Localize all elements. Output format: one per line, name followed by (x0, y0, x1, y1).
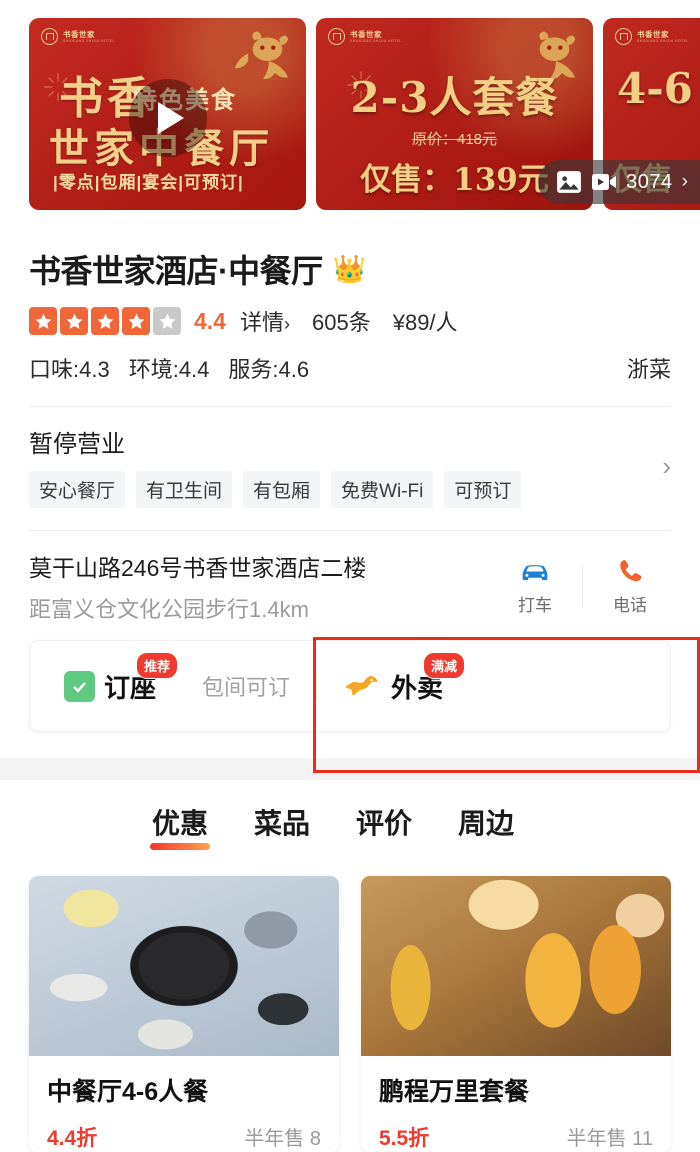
logo-brand-name: 书香世家 (350, 29, 382, 39)
facility-tag: 有包厢 (243, 471, 321, 508)
facility-tag: 可预订 (444, 471, 522, 508)
detail-label: 详情 (239, 310, 284, 335)
video-icon (592, 174, 617, 190)
rating-detail-link[interactable]: 详情› (240, 305, 290, 337)
deal-card-list[interactable]: 中餐厅4-6人餐 4.4折 半年售 8 鹏程万里套餐 5.5折 半年售 11 (0, 850, 700, 1152)
chevron-right-icon[interactable]: › (652, 451, 671, 482)
taxi-icon (522, 565, 548, 581)
phone-label: 电话 (613, 596, 647, 615)
booking-section[interactable]: 订座 推荐 包间可订 外卖 满减 (0, 624, 700, 732)
star-icon (91, 307, 119, 335)
star-icon (60, 307, 88, 335)
deal-title: 鹏程万里套餐 (379, 1078, 530, 1106)
status-tags-section[interactable]: 暂停营业 安心餐厅 有卫生间 有包厢 免费Wi-Fi 可预订 › (0, 407, 700, 508)
logo-brand-name: 书香世家 (637, 29, 669, 39)
deal-card[interactable]: 鹏程万里套餐 5.5折 半年售 11 (361, 876, 671, 1152)
logo-brand-sub: SHUXIANG SHIJIA HOTEL (350, 39, 402, 44)
avg-price: ¥89/人 (392, 310, 458, 335)
crown-icon: 👑 (332, 253, 367, 284)
tab-dishes[interactable]: 菜品 (254, 802, 310, 850)
slide3-headline: 4-6 (617, 64, 693, 113)
page-title: 书香世家酒店·中餐厅 (29, 253, 323, 289)
private-room-hint: 包间可订 (202, 675, 291, 700)
section-gap (0, 758, 700, 780)
tab-nearby[interactable]: 周边 (458, 802, 514, 850)
content-tabs[interactable]: 优惠 菜品 评价 周边 (0, 780, 700, 850)
distance-text: 距富义仓文化公园步行1.4km (29, 597, 309, 622)
discount-badge: 满减 (423, 651, 466, 679)
deal-image (361, 876, 671, 1056)
tab-reviews[interactable]: 评价 (356, 802, 412, 850)
phone-icon (620, 560, 642, 582)
rating-score: 4.4 (194, 307, 226, 334)
deal-card[interactable]: 中餐厅4-6人餐 4.4折 半年售 8 (29, 876, 339, 1152)
media-count-badge[interactable]: 3074 › (538, 160, 700, 204)
media-count: 3074 (626, 170, 673, 193)
facility-tag: 有卫生间 (136, 471, 233, 508)
reserve-button[interactable]: 订座 推荐 (30, 651, 179, 705)
cuisine-type: 浙菜 (626, 357, 671, 382)
slide1-footer: |零点|包厢|宴会|可预订| (53, 173, 244, 192)
star-icon (122, 307, 150, 335)
star-icon (29, 307, 57, 335)
shop-title-row: 书香世家酒店·中餐厅 👑 (29, 228, 671, 292)
taxi-label: 打车 (518, 596, 552, 615)
brand-logo: 书香世家 SHUXIANG SHIJIA HOTEL (615, 28, 689, 45)
image-carousel[interactable]: 书香世家 SHUXIANG SHIJIA HOTEL 书香 特色美食 世家中餐厅… (0, 0, 700, 228)
play-button[interactable] (128, 78, 207, 157)
recommend-badge: 推荐 (136, 651, 179, 679)
business-status: 暂停营业 (29, 431, 125, 458)
chevron-right-icon: › (681, 171, 688, 192)
sub-score-service: 服务:4.6 (228, 357, 310, 382)
takeout-button[interactable]: 外卖 满减 (343, 651, 466, 705)
carousel-slide-1[interactable]: 书香世家 SHUXIANG SHIJIA HOTEL 书香 特色美食 世家中餐厅… (29, 18, 306, 210)
logo-mark-icon (328, 28, 345, 45)
kangaroo-icon (345, 676, 378, 696)
deal-image (29, 876, 339, 1056)
deal-discount: 4.4折 (47, 1127, 98, 1150)
rating-row[interactable]: 4.4 详情› 605条 ¥89/人 (29, 305, 671, 337)
star-icon-empty (153, 307, 181, 335)
star-rating (29, 307, 181, 335)
divider (316, 672, 318, 700)
facility-tags: 安心餐厅 有卫生间 有包厢 免费Wi-Fi 可预订 (29, 471, 652, 508)
address-section[interactable]: 莫干山路246号书香世家酒店二楼 距富义仓文化公园步行1.4km 打车 电话 (0, 531, 700, 624)
slide2-original-price: 原价：418元 (411, 131, 498, 148)
facility-tag: 免费Wi-Fi (331, 471, 434, 508)
taxi-action-button[interactable]: 打车 (494, 557, 576, 616)
address-text: 莫干山路246号书香世家酒店二楼 (29, 555, 367, 581)
phone-action-button[interactable]: 电话 (589, 557, 671, 616)
slide2-sale-price: 仅售：139元 (360, 162, 549, 198)
logo-brand-sub: SHUXIANG SHIJIA HOTEL (637, 39, 689, 44)
sub-score-taste: 口味:4.3 (29, 357, 110, 382)
image-icon (557, 171, 582, 193)
deal-title: 中餐厅4-6人餐 (47, 1078, 209, 1106)
tab-deals[interactable]: 优惠 (149, 802, 211, 850)
sub-score-environment: 环境:4.4 (128, 357, 210, 382)
sub-scores-row: 口味:4.3 环境:4.4 服务:4.6 浙菜 (29, 352, 671, 384)
logo-mark-icon (615, 28, 632, 45)
deal-discount: 5.5折 (379, 1127, 430, 1150)
chevron-right-icon: › (284, 314, 290, 334)
check-icon (64, 670, 95, 702)
review-count[interactable]: 605条 (312, 305, 371, 337)
slide2-headline: 2-3人套餐 (350, 73, 559, 122)
facility-tag: 安心餐厅 (29, 471, 126, 508)
divider (582, 565, 583, 608)
brand-logo: 书香世家 SHUXIANG SHIJIA HOTEL (328, 28, 402, 45)
